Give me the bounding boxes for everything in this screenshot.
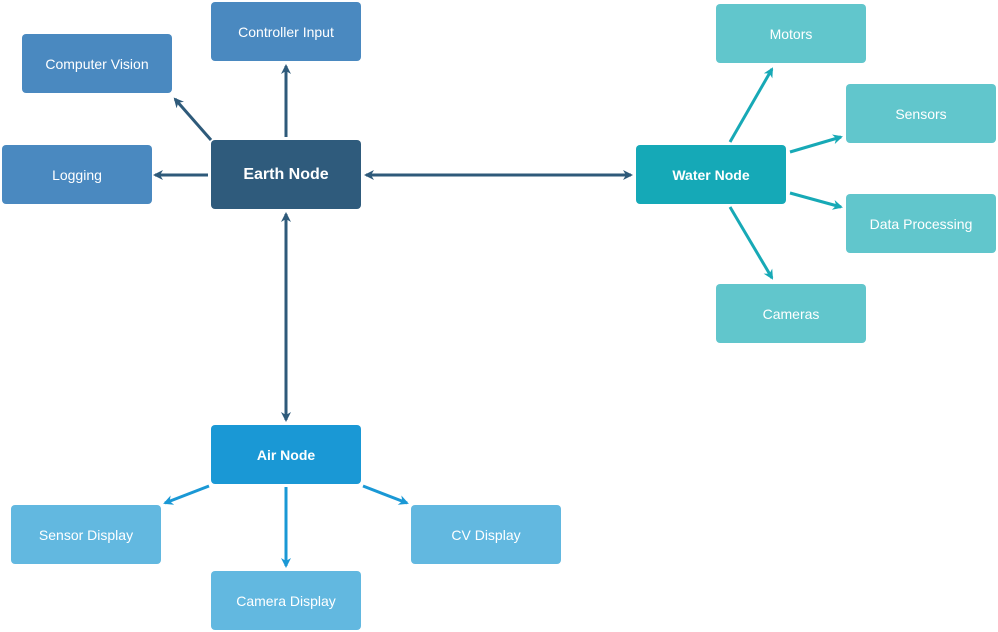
edge-water-motors [728,67,774,143]
water-node[interactable]: Water Node [636,145,786,204]
logging-node[interactable]: Logging [2,145,152,204]
controller-input-node[interactable]: Controller Input [211,2,361,61]
air-node[interactable]: Air Node [211,425,361,484]
sensor-display-node[interactable]: Sensor Display [11,505,161,564]
motors-node[interactable]: Motors [716,4,866,63]
data-processing-node[interactable]: Data Processing [846,194,996,253]
cameras-node[interactable]: Cameras [716,284,866,343]
sensors-node[interactable]: Sensors [846,84,996,143]
edge-water-cameras [728,206,774,280]
camera-display-node[interactable]: Camera Display [211,571,361,630]
computer-vision-node[interactable]: Computer Vision [22,34,172,93]
edge-water-sensors [789,134,843,154]
edge-earth-computer-vision [173,97,213,141]
edge-air-cv-display [362,484,409,505]
edge-air-sensor-display [163,484,210,505]
cv-display-node[interactable]: CV Display [411,505,561,564]
earth-node[interactable]: Earth Node [211,140,361,209]
edge-water-data-processing [789,191,843,210]
